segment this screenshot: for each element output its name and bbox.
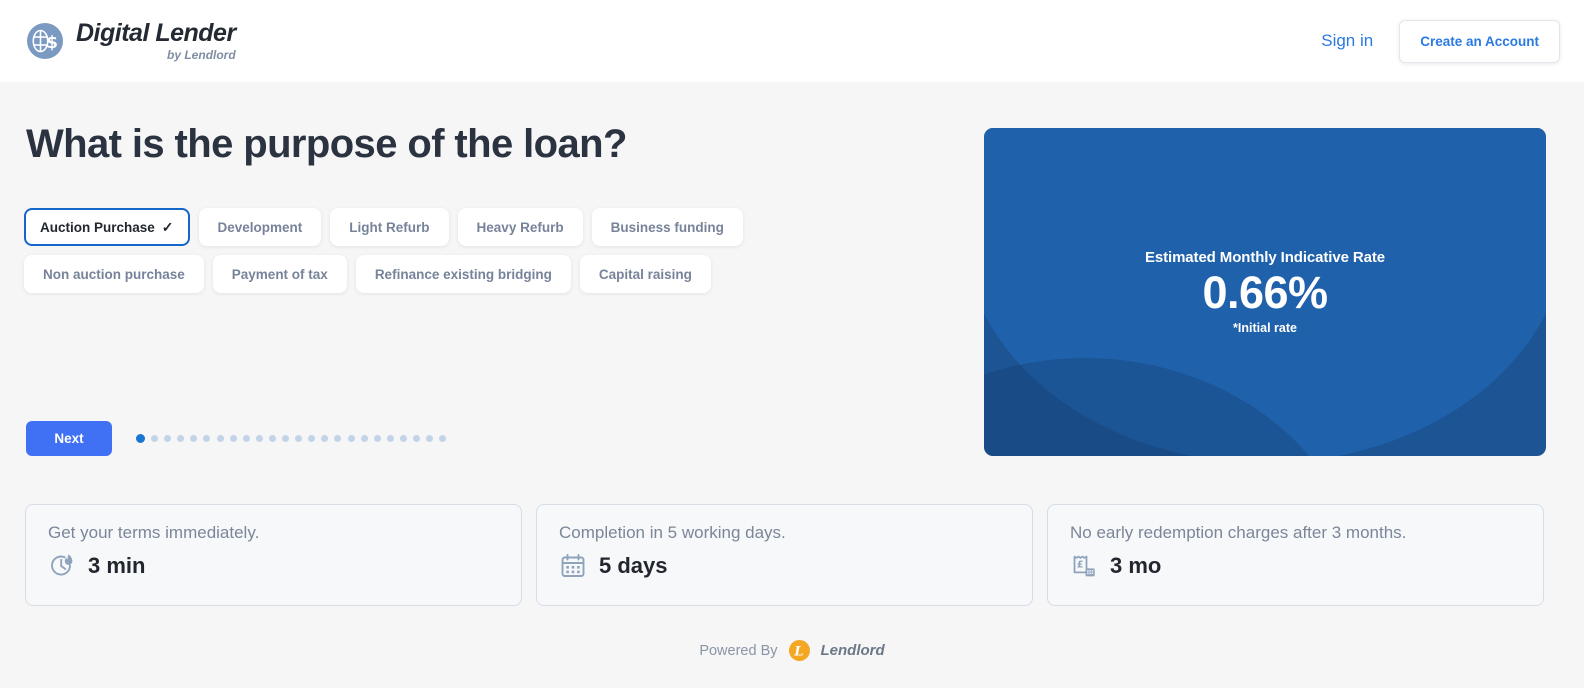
progress-dot[interactable] (177, 435, 185, 442)
progress-dot[interactable] (268, 435, 276, 442)
calendar-icon (559, 552, 587, 580)
option-chip-auction-purchase[interactable]: Auction Purchase ✓ (24, 208, 190, 246)
progress-dot[interactable] (164, 435, 172, 442)
brand-text-block: Digital Lender by Lendlord (76, 19, 236, 62)
lendlord-l-icon: L (788, 640, 810, 661)
progress-dot[interactable] (321, 435, 329, 442)
option-chip-label: Business funding (610, 219, 724, 235)
footer: Powered By L Lendlord (0, 640, 1584, 661)
progress-dot[interactable] (216, 435, 224, 442)
progress-dot[interactable] (255, 435, 263, 442)
svg-text:$: $ (46, 33, 58, 53)
option-chip-non-auction-purchase[interactable]: Non auction purchase (24, 255, 204, 293)
page-root: $ Digital Lender by Lendlord Sign in Cre… (0, 0, 1584, 688)
option-chip-light-refurb[interactable]: Light Refurb (330, 208, 449, 246)
progress-dot[interactable] (412, 435, 420, 442)
globe-dollar-icon: $ (26, 22, 64, 60)
rate-note: *Initial rate (1233, 321, 1297, 336)
svg-text:£: £ (1077, 560, 1084, 571)
brand-name: Digital Lender (76, 19, 236, 47)
progress-dot[interactable] (242, 435, 250, 442)
option-chip-business-funding[interactable]: Business funding (591, 208, 743, 246)
feature-value-row: 3 min (48, 552, 499, 580)
progress-dot[interactable] (386, 435, 394, 442)
option-chip-payment-of-tax[interactable]: Payment of tax (212, 255, 347, 293)
feature-card: Completion in 5 working days. 5 days (536, 504, 1033, 606)
app-header: $ Digital Lender by Lendlord Sign in Cre… (0, 0, 1584, 82)
option-chip-capital-raising[interactable]: Capital raising (579, 255, 711, 293)
next-button[interactable]: Next (26, 421, 112, 456)
rate-value: 0.66% (1202, 266, 1328, 318)
progress-dots[interactable] (136, 434, 447, 443)
header-actions: Sign in Create an Account (1321, 19, 1560, 63)
loan-purpose-options: Auction Purchase ✓ Development Light Refurb… (24, 208, 844, 302)
powered-by-label: Powered By (699, 642, 778, 659)
option-chip-heavy-refurb[interactable]: Heavy Refurb (457, 208, 583, 246)
rate-label: Estimated Monthly Indicative Rate (1144, 248, 1386, 266)
sign-in-link[interactable]: Sign in (1321, 31, 1373, 51)
feature-title: Get your terms immediately. (48, 523, 260, 542)
option-chip-label: Auction Purchase (40, 219, 155, 235)
feature-value: 3 mo (1110, 553, 1162, 578)
option-chip-label: Light Refurb (349, 219, 430, 235)
progress-dot[interactable] (373, 435, 381, 442)
feature-value: 3 min (88, 553, 146, 578)
progress-dot[interactable] (136, 434, 145, 443)
feature-cards: Get your terms immediately. 3 min Comple… (25, 504, 1544, 606)
progress-dot[interactable] (282, 435, 290, 442)
option-chip-label: Non auction purchase (43, 266, 185, 282)
option-chip-label: Payment of tax (231, 266, 328, 282)
partner-name: Lendlord (820, 642, 885, 659)
progress-dot[interactable] (308, 435, 316, 442)
create-account-button[interactable]: Create an Account (1399, 19, 1560, 63)
feature-title: No early redemption charges after 3 mont… (1070, 523, 1407, 542)
option-row-1: Auction Purchase ✓ Development Light Refurb… (24, 208, 844, 246)
progress-dot[interactable] (295, 435, 303, 442)
progress-dot[interactable] (426, 435, 434, 442)
progress-dot[interactable] (360, 435, 368, 442)
option-chip-label: Capital raising (598, 266, 692, 282)
option-chip-label: Development (217, 219, 303, 235)
option-chip-label: Heavy Refurb (476, 219, 564, 235)
option-chip-development[interactable]: Development (198, 208, 322, 246)
feature-card: No early redemption charges after 3 mont… (1047, 504, 1544, 606)
feature-card: Get your terms immediately. 3 min (25, 504, 522, 606)
rate-content: Estimated Monthly Indicative Rate 0.66% … (984, 128, 1546, 456)
progress-dot[interactable] (347, 435, 355, 442)
navigation-row: Next (26, 421, 447, 456)
progress-dot[interactable] (229, 435, 237, 442)
progress-dot[interactable] (203, 435, 211, 442)
option-chip-label: Refinance existing bridging (374, 266, 552, 282)
progress-dot[interactable] (151, 435, 159, 442)
progress-dot[interactable] (334, 435, 342, 442)
page-title: What is the purpose of the loan? (26, 122, 627, 166)
feature-title: Completion in 5 working days. (559, 523, 786, 542)
brand-logo[interactable]: $ Digital Lender by Lendlord (26, 21, 236, 61)
indicative-rate-card: Estimated Monthly Indicative Rate 0.66% … (984, 128, 1546, 456)
feature-value-row: 5 days (559, 552, 1010, 580)
svg-text:L: L (793, 645, 803, 660)
check-icon: ✓ (161, 218, 174, 235)
feature-value-row: £ 3 mo (1070, 552, 1521, 580)
progress-dot[interactable] (439, 435, 447, 442)
progress-dot[interactable] (190, 435, 198, 442)
feature-value: 5 days (599, 553, 668, 578)
brand-subtitle: by Lendlord (167, 48, 236, 62)
option-row-2: Non auction purchase Payment of tax Refina… (24, 255, 844, 293)
option-chip-refinance-existing-bridging[interactable]: Refinance existing bridging (355, 255, 571, 293)
clock-flame-icon (48, 552, 76, 580)
progress-dot[interactable] (399, 435, 407, 442)
receipt-pound-icon: £ (1070, 552, 1098, 580)
